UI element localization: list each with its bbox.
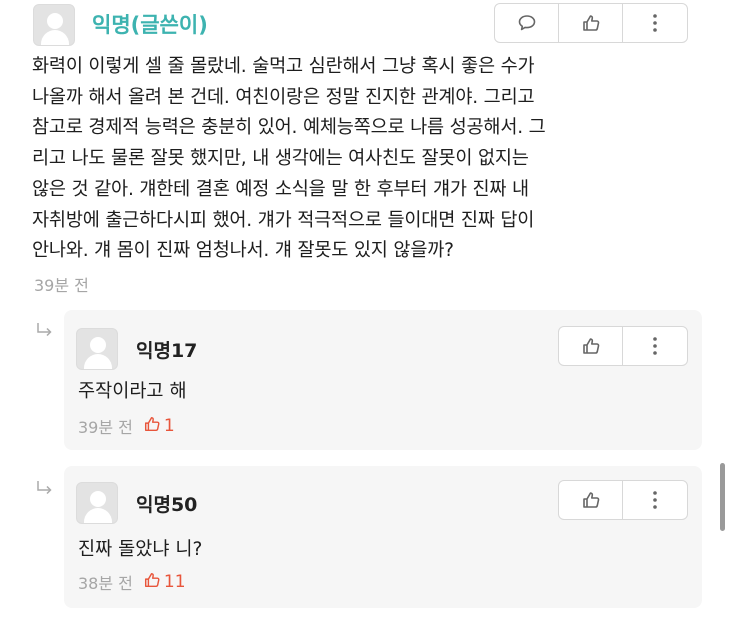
reply-text: 주작이라고 해 — [78, 381, 187, 402]
thumbs-up-icon — [581, 336, 601, 356]
more-options-button[interactable] — [623, 327, 687, 365]
reply-author-name: 익명50 — [136, 494, 198, 516]
op-timestamp: 39분 전 — [34, 276, 89, 295]
reply-meta: 38분 전 11 — [78, 570, 186, 594]
like-button[interactable] — [559, 481, 623, 519]
thumbs-up-icon — [143, 571, 164, 594]
reply-text: 진짜 돌았냐 니? — [78, 539, 203, 560]
thumbs-up-icon — [581, 13, 601, 33]
reply-actions — [558, 326, 688, 366]
like-count-value: 1 — [163, 416, 175, 436]
reply-avatar — [76, 328, 118, 370]
op-line: 리고 나도 물론 잘못 했지만, 내 생각에는 여사친도 잘못이 없지는 — [32, 148, 529, 170]
op-line: 않은 것 같아. 걔한테 결혼 예정 소식을 말 한 후부터 걔가 진짜 내 — [32, 178, 529, 200]
op-line: 화력이 이렇게 셀 줄 몰랐네. 술먹고 심란해서 그냥 혹시 좋은 수가 — [32, 56, 535, 77]
reply-meta: 39분 전 1 — [78, 414, 175, 438]
op-avatar — [33, 4, 75, 46]
op-line: 참고로 경제적 능력은 충분히 있어. 예체능쪽으로 나름 성공해서. 그 — [32, 117, 546, 139]
reply-avatar — [76, 482, 118, 524]
like-count: 1 — [143, 415, 175, 438]
op-comment-text: 화력이 이렇게 셀 줄 몰랐네. 술먹고 심란해서 그냥 혹시 좋은 수가 나올… — [32, 52, 722, 267]
reply-button[interactable] — [495, 4, 559, 42]
speech-bubble-icon — [517, 14, 537, 32]
more-vertical-icon — [652, 13, 658, 33]
reply-item: 익명50 진짜 돌았냐 니? 38분 전 11 — [64, 466, 702, 608]
more-vertical-icon — [652, 490, 658, 510]
reply-timestamp: 38분 전 — [78, 574, 133, 593]
like-button[interactable] — [559, 327, 623, 365]
thumbs-up-icon — [143, 415, 164, 438]
op-actions — [494, 3, 688, 43]
reply-item: 익명17 주작이라고 해 39분 전 1 — [64, 310, 702, 450]
reply-timestamp: 39분 전 — [78, 418, 133, 437]
op-author-name: 익명(글쓴이) — [92, 13, 208, 37]
op-line: 안나와. 걔 몸이 진짜 엄청나서. 걔 잘못도 있지 않을까? — [32, 240, 454, 262]
thumbs-up-icon — [581, 490, 601, 510]
op-line: 나올까 해서 올려 본 건데. 여친이랑은 정말 진지한 관계야. 그리고 — [32, 86, 535, 108]
reply-author-name: 익명17 — [136, 340, 198, 362]
like-button[interactable] — [559, 4, 623, 42]
more-vertical-icon — [652, 336, 658, 356]
reply-arrow-icon — [36, 480, 54, 498]
reply-arrow-icon — [36, 322, 54, 340]
op-line: 자취방에 출근하다시피 했어. 걔가 적극적으로 들이대면 진짜 답이 — [32, 209, 535, 231]
more-options-button[interactable] — [623, 481, 687, 519]
like-count-value: 11 — [163, 572, 186, 592]
reply-actions — [558, 480, 688, 520]
like-count: 11 — [143, 571, 186, 594]
more-options-button[interactable] — [623, 4, 687, 42]
scrollbar[interactable] — [720, 463, 725, 531]
